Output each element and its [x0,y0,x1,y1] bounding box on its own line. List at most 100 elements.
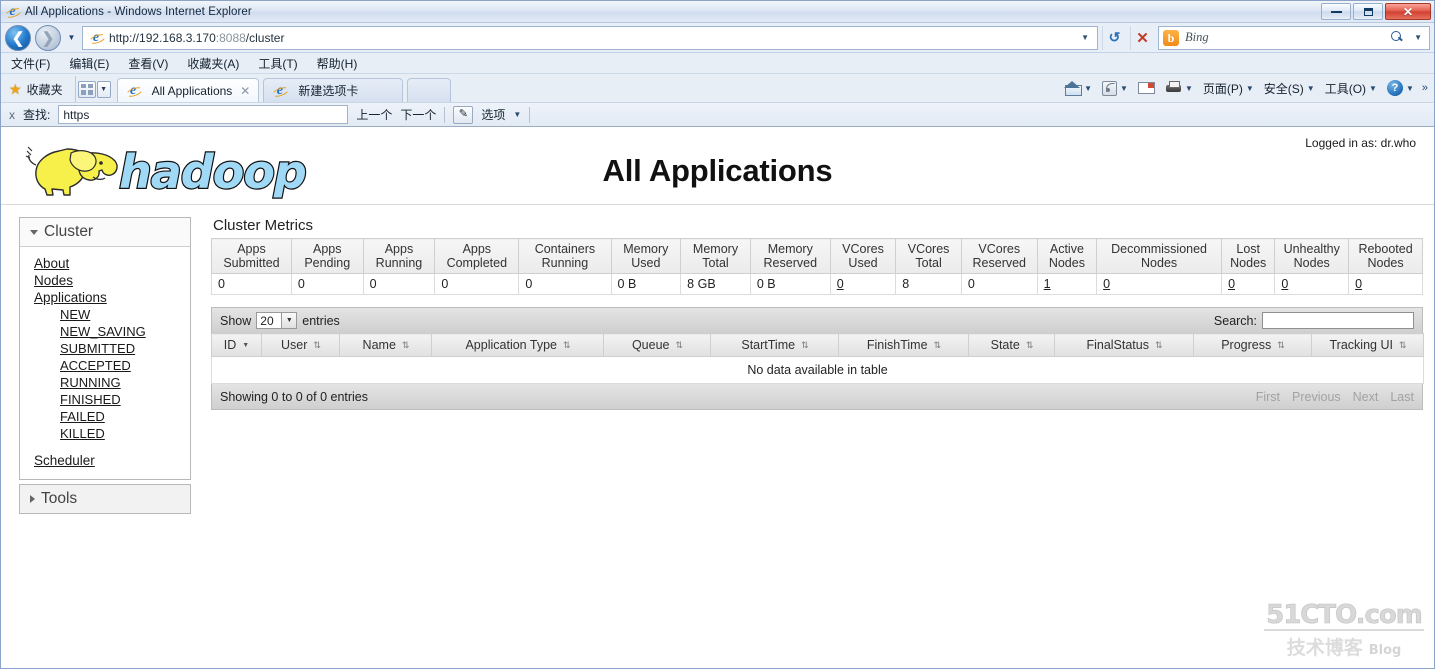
pagination-first[interactable]: First [1256,390,1280,404]
url-bar[interactable]: e http://192.168.3.170:8088/cluster ▼ [82,25,1098,50]
maximize-button[interactable] [1353,3,1383,20]
quick-tabs-icon[interactable] [77,80,96,98]
col-application-type[interactable]: Application Type ⇅ [431,333,604,357]
chevron-down-icon[interactable]: ▼ [1120,84,1128,93]
sidebar-item-accepted[interactable]: ACCEPTED [60,357,131,374]
col-memory-total: Memory Total [680,238,751,274]
cell-unhealthy-nodes: 0 [1274,273,1350,295]
highlight-all-button[interactable]: ✎ [453,105,474,124]
menu-tools[interactable]: 工具(T) [258,55,297,72]
page-viewport: Logged in as: dr.who hadoop All Applicat… [1,127,1434,668]
datatable-toolbar: Show 20 ▼ entries Search: [211,307,1423,333]
forward-button[interactable]: ❯ [35,24,61,51]
col-queue[interactable]: Queue ⇅ [603,333,711,357]
recent-pages-caret-icon[interactable]: ▼ [65,33,78,42]
sidebar-item-new[interactable]: NEW [60,306,90,323]
favorites-button[interactable]: ★ 收藏夹 [7,76,71,102]
mail-button[interactable] [1134,82,1159,94]
close-tab-icon[interactable]: ✕ [238,84,252,98]
unhealthy-nodes-link[interactable]: 0 [1281,277,1288,291]
page-length-select[interactable]: 20 ▼ [256,312,298,329]
find-previous-button[interactable]: 上一个 [356,106,392,123]
stop-button[interactable]: ✕ [1130,25,1154,50]
cell-apps-running: 0 [362,273,436,295]
col-name[interactable]: Name ⇅ [339,333,432,357]
refresh-button[interactable]: ↺ [1102,25,1126,50]
close-button[interactable]: ✕ [1385,3,1431,20]
new-tab-button[interactable] [407,78,452,102]
col-user[interactable]: User ⇅ [261,333,340,357]
feeds-button[interactable]: ▼ [1098,80,1132,96]
table-header-row: ID ▼ User ⇅ Name ⇅ Application Type ⇅ Queue ⇅… [211,333,1424,357]
search-icon[interactable] [1391,31,1404,44]
print-button[interactable]: ▼ [1161,81,1197,95]
command-bar-overflow-icon[interactable]: » [1420,82,1428,94]
menu-edit[interactable]: 编辑(E) [69,55,109,72]
chevron-down-icon[interactable]: ▼ [1084,84,1092,93]
pagination-previous[interactable]: Previous [1292,390,1341,404]
find-next-button[interactable]: 下一个 [400,106,436,123]
sort-both-icon: ⇅ [933,339,941,350]
sidebar-item-scheduler[interactable]: Scheduler [34,452,95,469]
home-button[interactable]: ▼ [1060,80,1096,96]
cluster-panel-header[interactable]: Cluster [20,218,190,247]
datatable-info: Showing 0 to 0 of 0 entries [220,389,369,404]
help-menu-button[interactable]: ? ▼ [1383,80,1418,96]
divider [444,106,446,123]
menu-view[interactable]: 查看(V) [128,55,168,72]
application-states-list: NEW NEW_SAVING SUBMITTED ACCEPTED RUNNIN… [34,306,182,442]
tools-panel-header[interactable]: Tools [20,485,190,513]
safety-menu-button[interactable]: 安全(S) ▼ [1260,80,1319,97]
sidebar-item-submitted[interactable]: SUBMITTED [60,340,135,357]
col-id[interactable]: ID ▼ [211,333,262,357]
browser-search-box[interactable]: b Bing ▼ [1158,25,1430,50]
lost-nodes-link[interactable]: 0 [1228,277,1235,291]
chevron-down-icon[interactable]: ▼ [1185,84,1193,93]
col-lost-nodes: Lost Nodes [1221,238,1276,274]
rebooted-nodes-link[interactable]: 0 [1355,277,1362,291]
tab-all-applications[interactable]: e All Applications ✕ [116,78,260,102]
cell-apps-completed: 0 [434,273,520,295]
col-tracking-ui[interactable]: Tracking UI ⇅ [1311,333,1424,357]
chevron-down-icon: ▼ [281,313,297,328]
col-finishtime[interactable]: FinishTime ⇅ [838,333,969,357]
pagination-next[interactable]: Next [1353,390,1379,404]
page-menu-button[interactable]: 页面(P) ▼ [1199,80,1258,97]
cell-apps-submitted: 0 [211,273,292,295]
sidebar-item-finished[interactable]: FINISHED [60,391,121,408]
menu-favorites[interactable]: 收藏夹(A) [187,55,239,72]
back-button[interactable]: ❮ [5,24,31,51]
decommissioned-nodes-link[interactable]: 0 [1103,277,1110,291]
search-input[interactable] [1262,312,1414,329]
empty-message: No data available in table [211,356,1424,384]
pagination-last[interactable]: Last [1390,390,1414,404]
sidebar-item-killed[interactable]: KILLED [60,425,105,442]
sidebar-item-new-saving[interactable]: NEW_SAVING [60,323,146,340]
sidebar-item-applications[interactable]: Applications [34,289,107,306]
col-state[interactable]: State ⇅ [968,333,1055,357]
command-bar: ▼ ▼ ▼ 页面(P) ▼ 安全(S) ▼ 工具(O) ▼ ? ▼ » [1060,75,1428,101]
col-starttime[interactable]: StartTime ⇅ [710,333,839,357]
tools-menu-button[interactable]: 工具(O) ▼ [1321,80,1381,97]
search-provider-caret-icon[interactable]: ▼ [1410,33,1426,42]
find-input[interactable]: https [58,105,349,124]
sidebar-item-about[interactable]: About [34,255,69,272]
col-finalstatus[interactable]: FinalStatus ⇅ [1054,333,1194,357]
url-dropdown-icon[interactable]: ▼ [1077,33,1093,42]
sidebar-item-failed[interactable]: FAILED [60,408,105,425]
vcores-used-link[interactable]: 0 [837,277,844,291]
col-progress[interactable]: Progress ⇅ [1193,333,1312,357]
address-bar: ❮ ❯ ▼ e http://192.168.3.170:8088/cluste… [1,23,1434,53]
tab-new-tab[interactable]: e 新建选项卡 [263,78,404,102]
minimize-button[interactable] [1321,3,1351,20]
sidebar-item-nodes[interactable]: Nodes [34,272,73,289]
sidebar-item-running[interactable]: RUNNING [60,374,121,391]
tab-list-caret-icon[interactable]: ▼ [96,80,111,98]
close-find-bar-icon[interactable]: x [9,108,15,122]
find-options-button[interactable]: 选项 [481,106,505,123]
menu-file[interactable]: 文件(F) [11,55,50,72]
active-nodes-link[interactable]: 1 [1044,277,1051,291]
menu-help[interactable]: 帮助(H) [317,55,358,72]
cluster-panel: Cluster About Nodes Applications NEW NEW… [19,217,191,480]
chevron-down-icon[interactable]: ▼ [513,110,521,119]
